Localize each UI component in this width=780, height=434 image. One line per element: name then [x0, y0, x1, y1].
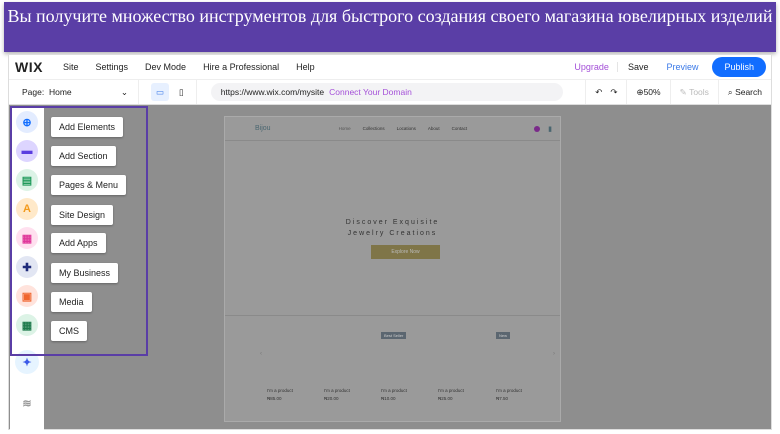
site-nav-item[interactable]: Contact: [452, 126, 468, 131]
menu-settings[interactable]: Settings: [96, 62, 129, 72]
site-nav-item[interactable]: Home: [339, 126, 351, 131]
menu-help[interactable]: Help: [296, 62, 315, 72]
chevron-down-icon: ⌄: [120, 86, 128, 97]
search-button[interactable]: ⌕ Search: [717, 80, 771, 104]
zoom-control[interactable]: ⊕ 50%: [626, 80, 669, 104]
product-price: ₦20.00: [324, 396, 339, 401]
menu-dev-mode[interactable]: Dev Mode: [145, 62, 186, 72]
page-value: Home: [48, 87, 72, 97]
site-nav-item[interactable]: Locations: [397, 126, 416, 131]
hero-line: Jewelry Creations: [347, 230, 438, 237]
undo-icon[interactable]: ↶: [595, 87, 602, 98]
url-bar: https://www.wix.com/mysite Connect Your D…: [210, 83, 563, 101]
editor-window: WIX Site Settings Dev Mode Hire a Professio…: [8, 54, 772, 430]
badge: New: [496, 332, 511, 339]
product-card[interactable]: I'm a product ₦25.00: [438, 387, 464, 403]
product-name: I'm a product: [381, 388, 407, 393]
connect-domain-link[interactable]: Connect Your Domain: [329, 87, 412, 97]
tools-icon: ✎: [679, 86, 687, 97]
save-button[interactable]: Save: [628, 62, 649, 72]
label-add-section[interactable]: Add Section: [51, 146, 116, 166]
tools-button[interactable]: ✎ Tools: [669, 80, 718, 104]
site-url: https://www.wix.com/mysite: [220, 87, 325, 97]
site-nav-item[interactable]: Collections: [363, 126, 385, 131]
label-pages-menu[interactable]: Pages & Menu: [51, 175, 127, 195]
product-name: I'm a product: [324, 388, 350, 393]
zoom-icon: ⊕: [636, 86, 644, 97]
upgrade-link[interactable]: Upgrade: [574, 62, 618, 72]
desktop-icon[interactable]: ▭: [151, 83, 169, 101]
top-bar: WIX Site Settings Dev Mode Hire a Professio…: [9, 55, 771, 79]
preview-button[interactable]: Preview: [666, 62, 698, 72]
product-card[interactable]: I'm a product ₦7.50: [496, 387, 522, 403]
product-card[interactable]: I'm a product ₦10.00: [381, 387, 407, 403]
mobile-icon[interactable]: ▯: [179, 87, 184, 98]
menu-site[interactable]: Site: [63, 62, 79, 72]
page-label: Page:: [22, 87, 45, 97]
label-my-business[interactable]: My Business: [51, 263, 119, 283]
badge: Best Seller: [381, 332, 407, 339]
cart-icon[interactable]: ▮: [548, 125, 552, 133]
publish-button[interactable]: Publish: [712, 57, 766, 77]
product-price: ₦10.00: [381, 396, 396, 401]
label-site-design[interactable]: Site Design: [51, 205, 114, 225]
promo-banner: Вы получите множество инструментов для б…: [4, 2, 776, 52]
label-cms[interactable]: CMS: [51, 321, 87, 341]
tools-label: Tools: [689, 87, 709, 97]
site-nav-item[interactable]: About: [428, 126, 440, 131]
product-name: I'm a product: [267, 388, 293, 393]
hero-title: Discover Exquisite Jewelry Creations: [225, 217, 560, 239]
site-brand: Bijou: [255, 125, 271, 132]
page-selector[interactable]: Page: Home ⌄: [9, 80, 139, 104]
search-label: Search: [735, 87, 762, 97]
layers-icon[interactable]: ≋: [16, 392, 38, 414]
product-price: ₦7.50: [496, 396, 509, 401]
editor-toolbar: Page: Home ⌄ ▭ ▯ https://www.wix.com/mysit…: [9, 79, 771, 105]
product-price: ₦25.00: [438, 396, 453, 401]
zoom-value: 50%: [643, 87, 661, 97]
product-card[interactable]: I'm a product ₦85.00: [267, 387, 293, 403]
carousel-next-icon[interactable]: ›: [553, 351, 555, 357]
carousel-prev-icon[interactable]: ‹: [260, 351, 262, 357]
product-name: I'm a product: [496, 388, 522, 393]
hero-line: Discover Exquisite: [345, 219, 440, 226]
product-card[interactable]: I'm a product ₦20.00: [324, 387, 350, 403]
site-canvas[interactable]: Bijou Home Collections Locations About Conta…: [224, 116, 561, 422]
explore-button[interactable]: Explore Now: [371, 245, 440, 259]
label-media[interactable]: Media: [51, 292, 92, 312]
avatar[interactable]: [534, 125, 541, 132]
label-add-apps[interactable]: Add Apps: [51, 233, 106, 253]
sidebar-highlight: [10, 106, 148, 356]
redo-icon[interactable]: ↷: [610, 87, 617, 98]
site-header: Bijou Home Collections Locations About Conta…: [225, 117, 560, 141]
search-icon: ⌕: [727, 86, 733, 97]
label-add-elements[interactable]: Add Elements: [51, 117, 124, 137]
main-menu: Site Settings Dev Mode Hire a Professional H…: [63, 62, 332, 72]
wix-logo: WIX: [15, 59, 43, 75]
menu-hire[interactable]: Hire a Professional: [203, 62, 279, 72]
product-price: ₦85.00: [267, 396, 282, 401]
product-name: I'm a product: [438, 388, 464, 393]
